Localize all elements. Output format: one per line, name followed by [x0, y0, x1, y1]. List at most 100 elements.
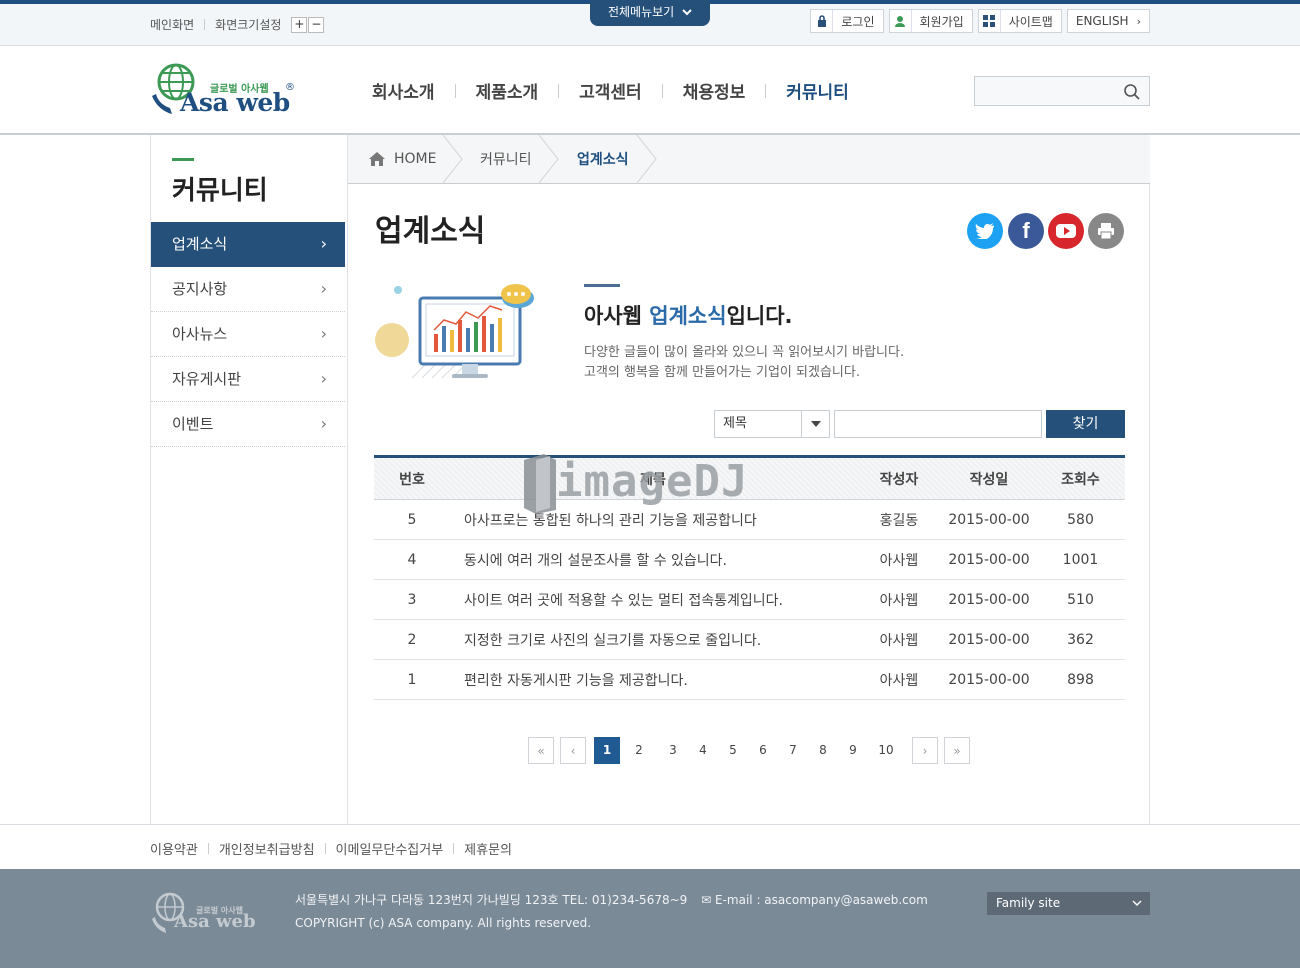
sidebar-item-event[interactable]: 이벤트 › — [151, 402, 345, 447]
page-title: 업계소식 — [375, 214, 486, 249]
table-row[interactable]: 1 편리한 자동게시판 기능을 제공합니다. 아사웹 2015-00-00 89… — [374, 659, 1125, 700]
page-9[interactable]: 9 — [840, 737, 866, 764]
zoom-controls: + − — [291, 16, 325, 33]
cell-date: 2015-00-00 — [942, 499, 1036, 540]
search-icon[interactable] — [1123, 83, 1141, 105]
user-icon — [890, 10, 912, 32]
table-row[interactable]: 2 지정한 크기로 사진의 실크기를 자동으로 줄입니다. 아사웹 2015-0… — [374, 619, 1125, 660]
col-header-date: 작성일 — [969, 471, 1009, 488]
cell-views: 580 — [1036, 499, 1125, 540]
family-site-select[interactable]: Family site — [987, 892, 1150, 915]
footer-link-partnership[interactable]: 제휴문의 — [464, 839, 512, 858]
login-button[interactable]: 로그인 — [810, 9, 884, 33]
caret-down-icon — [801, 411, 829, 437]
gnb-item-company[interactable]: 회사소개 — [372, 78, 455, 103]
table-row[interactable]: 4 동시에 여러 개의 설문조사를 할 수 있습니다. 아사웹 2015-00-… — [374, 539, 1125, 580]
chevron-down-icon — [682, 9, 692, 16]
footer-link-terms[interactable]: 이용약관 — [150, 839, 198, 858]
footer-link-no-email[interactable]: 이메일무단수집거부 — [336, 839, 444, 858]
sidebar-item-free-board[interactable]: 자유게시판 › — [151, 357, 345, 402]
prev-page-button[interactable]: ‹ — [560, 737, 586, 764]
page-4[interactable]: 4 — [690, 737, 716, 764]
cell-author: 아사웹 — [856, 579, 942, 620]
footer-address-line: 서울특별시 가나구 다라동 123번지 가나빌딩 123호 TEL: 01)23… — [295, 891, 928, 908]
footer-email: E-mail : asacompany@asaweb.com — [715, 893, 928, 907]
mail-icon: ✉ — [701, 893, 712, 907]
table-row[interactable]: 3 사이트 여러 곳에 적용할 수 있는 멀티 접속통계입니다. 아사웹 201… — [374, 579, 1125, 620]
breadcrumb-level1-label: 커뮤니티 — [480, 152, 532, 168]
cell-date: 2015-00-00 — [942, 619, 1036, 660]
logo[interactable]: 글로벌 아사웹 Asa web ® — [150, 62, 300, 118]
cell-author: 아사웹 — [856, 659, 942, 700]
first-page-button[interactable]: « — [528, 737, 554, 764]
page-6[interactable]: 6 — [750, 737, 776, 764]
footer-logo: 글로벌 아사웹 Asa web — [150, 891, 270, 935]
english-button[interactable]: ENGLISH › — [1066, 9, 1150, 33]
intro-heading: 아사웹 업계소식입니다. — [584, 300, 793, 330]
cell-author: 아사웹 — [856, 539, 942, 580]
breadcrumb-home[interactable]: HOME — [368, 135, 436, 183]
gnb-item-support[interactable]: 고객센터 — [559, 78, 662, 103]
page-10[interactable]: 10 — [873, 737, 899, 764]
breadcrumb-separator — [636, 135, 657, 183]
header-search-input[interactable] — [974, 76, 1150, 106]
utility-left: 메인화면 화면크기설정 + − — [150, 16, 325, 33]
footer-links: 이용약관 개인정보취급방침 이메일무단수집거부 제휴문의 — [150, 839, 512, 858]
footer-links-bar: 이용약관 개인정보취급방침 이메일무단수집거부 제휴문의 — [0, 824, 1300, 869]
twitter-icon[interactable] — [967, 213, 1003, 249]
cell-date: 2015-00-00 — [942, 539, 1036, 580]
sidebar-item-industry-news[interactable]: 업계소식 › — [151, 222, 345, 267]
chevron-right-icon: › — [320, 279, 327, 298]
join-button[interactable]: 회원가입 — [888, 9, 973, 33]
footer-link-privacy[interactable]: 개인정보취급방침 — [219, 839, 315, 858]
breadcrumb-separator — [538, 135, 559, 183]
home-icon — [369, 152, 385, 166]
page-2[interactable]: 2 — [626, 737, 652, 764]
last-page-button[interactable]: » — [944, 737, 970, 764]
board-search-input[interactable] — [834, 410, 1042, 438]
next-page-button[interactable]: › — [912, 737, 938, 764]
page-7[interactable]: 7 — [780, 737, 806, 764]
watermark-logo-icon — [524, 454, 556, 514]
cell-title-link[interactable]: 사이트 여러 곳에 적용할 수 있는 멀티 접속통계입니다. — [450, 579, 856, 620]
english-label: ENGLISH — [1075, 14, 1129, 28]
breadcrumb-current-label: 업계소식 — [577, 152, 629, 168]
all-menu-button[interactable]: 전체메뉴보기 — [590, 0, 710, 26]
main-navigation: 회사소개 제품소개 고객센터 채용정보 커뮤니티 — [372, 78, 869, 103]
gnb-item-recruit[interactable]: 채용정보 — [663, 78, 766, 103]
sidebar-divider — [347, 135, 348, 825]
youtube-icon[interactable] — [1048, 213, 1084, 249]
sitemap-button[interactable]: 사이트맵 — [977, 9, 1062, 33]
intro-heading-highlight: 업계소식 — [649, 304, 727, 328]
search-field-select-value: 제목 — [723, 416, 747, 431]
home-link[interactable]: 메인화면 — [150, 16, 194, 33]
col-header-views: 조회수 — [1061, 471, 1100, 488]
zoom-out-button[interactable]: − — [308, 16, 325, 33]
page-3[interactable]: 3 — [660, 737, 686, 764]
page-8[interactable]: 8 — [810, 737, 836, 764]
breadcrumb-separator — [442, 135, 463, 183]
page-5[interactable]: 5 — [720, 737, 746, 764]
cell-title-link[interactable]: 동시에 여러 개의 설문조사를 할 수 있습니다. — [450, 539, 856, 580]
cell-title-link[interactable]: 편리한 자동게시판 기능을 제공합니다. — [450, 659, 856, 700]
search-button[interactable]: 찾기 — [1046, 410, 1125, 438]
sidebar-item-notice[interactable]: 공지사항 › — [151, 267, 345, 312]
sidebar-item-asa-news[interactable]: 아사뉴스 › — [151, 312, 345, 357]
gnb-item-products[interactable]: 제품소개 — [456, 78, 559, 103]
cell-title-link[interactable]: 지정한 크기로 사진의 실크기를 자동으로 줄입니다. — [450, 619, 856, 660]
gnb-item-community[interactable]: 커뮤니티 — [766, 78, 869, 103]
search-field-select[interactable]: 제목 — [714, 410, 830, 438]
divider — [453, 843, 455, 854]
join-label: 회원가입 — [919, 14, 964, 29]
cell-views: 898 — [1036, 659, 1125, 700]
breadcrumb-level1[interactable]: 커뮤니티 — [480, 135, 532, 183]
cell-date: 2015-00-00 — [942, 579, 1036, 620]
zoom-in-button[interactable]: + — [291, 16, 308, 33]
cell-no: 2 — [374, 619, 450, 660]
grid-icon — [979, 10, 1001, 32]
facebook-icon[interactable]: f — [1008, 213, 1044, 249]
sidebar-title: 커뮤니티 — [172, 176, 268, 206]
zoom-label: 화면크기설정 — [215, 18, 282, 32]
page-1[interactable]: 1 — [594, 737, 620, 764]
print-icon[interactable] — [1088, 213, 1124, 249]
